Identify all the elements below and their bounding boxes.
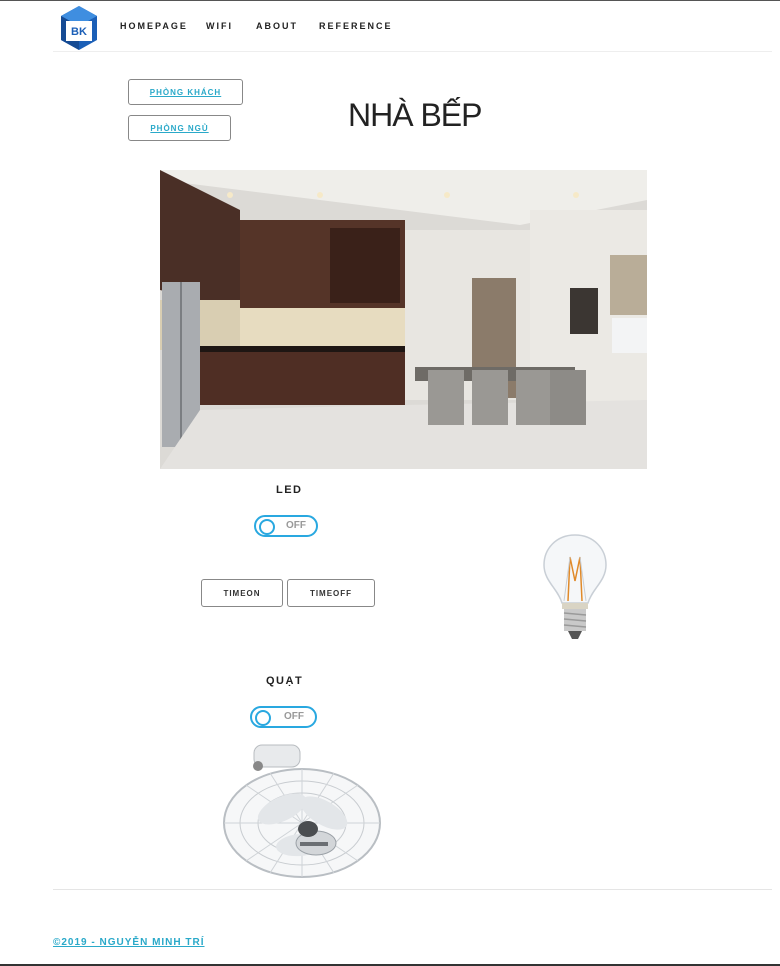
nav-about[interactable]: ABOUT xyxy=(256,21,298,31)
fan-label: QUẠT xyxy=(266,675,304,687)
copyright-link[interactable]: ©2019 - NGUYỄN MINH TRÍ xyxy=(53,937,205,948)
led-label: LED xyxy=(276,484,303,496)
page-title: NHÀ BẾP xyxy=(348,97,482,133)
room-button-bedroom[interactable]: PHÒNG NGỦ xyxy=(128,115,231,141)
light-bulb-icon xyxy=(540,531,610,643)
toggle-knob xyxy=(259,519,275,535)
nav-homepage[interactable]: HOMEPAGE xyxy=(120,21,188,31)
fan-icon xyxy=(220,739,384,881)
timeon-button[interactable]: TIMEON xyxy=(201,579,283,607)
toggle-knob xyxy=(255,710,271,726)
header-divider xyxy=(53,51,772,52)
kitchen-image xyxy=(160,170,647,469)
footer-divider xyxy=(53,889,772,890)
nav-reference[interactable]: REFERENCE xyxy=(319,21,393,31)
nav-wifi[interactable]: WIFI xyxy=(206,21,233,31)
fan-state: OFF xyxy=(284,711,304,722)
timeoff-button[interactable]: TIMEOFF xyxy=(287,579,375,607)
room-button-living-room[interactable]: PHÒNG KHÁCH xyxy=(128,79,243,105)
led-toggle[interactable]: OFF xyxy=(254,515,318,537)
logo-text: BK xyxy=(71,26,87,38)
fan-toggle[interactable]: OFF xyxy=(250,706,317,728)
bk-logo[interactable]: BK xyxy=(53,5,105,53)
led-state: OFF xyxy=(286,520,306,531)
